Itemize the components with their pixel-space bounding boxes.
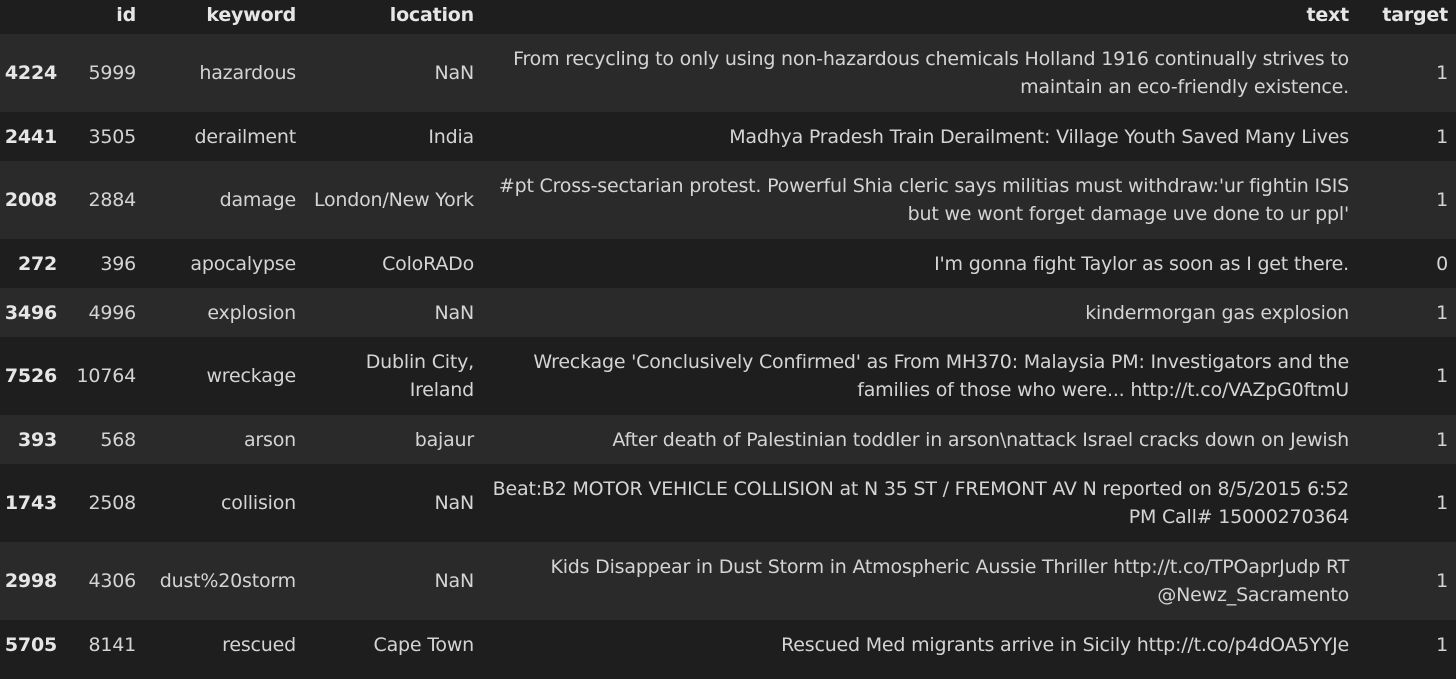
table-row: 3496 4996 explosion NaN kindermorgan gas… [0, 288, 1456, 337]
cell-id: 2508 [88, 492, 136, 514]
table-body: 4224 5999 hazardous NaN From recycling t… [0, 34, 1456, 669]
table-row: 4224 5999 hazardous NaN From recycling t… [0, 34, 1456, 112]
cell-keyword: hazardous [199, 62, 296, 84]
cell-text: Beat:B2 MOTOR VEHICLE COLLISION at N 35 … [492, 478, 1350, 528]
cell-text: kindermorgan gas explosion [1085, 301, 1349, 324]
cell-text: After death of Palestinian toddler in ar… [612, 428, 1349, 451]
cell-keyword: explosion [207, 301, 296, 324]
table-row: 393 568 arson bajaur After death of Pale… [0, 415, 1456, 464]
cell-location: India [428, 125, 474, 148]
header-row: id keyword location text target [0, 0, 1456, 34]
cell-location: ColoRADo [382, 252, 474, 275]
cell-keyword: collision [221, 492, 296, 514]
cell-target: 1 [1436, 428, 1448, 451]
cell-location: NaN [434, 492, 475, 514]
header-id: id [116, 4, 136, 26]
cell-text: Rescued Med migrants arrive in Sicily ht… [781, 633, 1349, 656]
table-row: 5705 8141 rescued Cape Town Rescued Med … [0, 620, 1456, 669]
row-index: 272 [17, 252, 57, 275]
cell-text: From recycling to only using non-hazardo… [513, 48, 1349, 98]
cell-target: 1 [1436, 301, 1448, 324]
row-index: 2441 [4, 125, 57, 148]
cell-keyword: rescued [222, 633, 296, 656]
cell-keyword: arson [243, 428, 296, 451]
cell-location: NaN [434, 570, 475, 592]
row-index: 1743 [4, 492, 57, 514]
table-header: id keyword location text target [0, 0, 1456, 34]
table-row: 2998 4306 dust%20storm NaN Kids Disappea… [0, 542, 1456, 620]
header-text: text [1306, 4, 1349, 26]
cell-keyword: damage [219, 189, 297, 211]
cell-target: 1 [1436, 189, 1448, 211]
cell-target: 1 [1436, 125, 1448, 148]
cell-text: Kids Disappear in Dust Storm in Atmosphe… [550, 556, 1349, 606]
row-index: 393 [17, 428, 57, 451]
cell-id: 396 [100, 252, 136, 275]
cell-text: I'm gonna fight Taylor as soon as I get … [934, 252, 1349, 275]
cell-id: 10764 [76, 365, 137, 387]
cell-location: NaN [434, 301, 475, 324]
cell-keyword: derailment [194, 125, 297, 148]
cell-id: 568 [100, 428, 136, 451]
cell-target: 1 [1436, 570, 1448, 592]
table-row: 2441 3505 derailment India Madhya Prades… [0, 112, 1456, 161]
cell-text: Wreckage 'Conclusively Confirmed' as Fro… [533, 351, 1349, 401]
cell-location: bajaur [414, 428, 474, 451]
cell-target: 1 [1436, 492, 1448, 514]
cell-target: 1 [1436, 62, 1448, 84]
header-index [0, 0, 65, 34]
cell-keyword: dust%20storm [159, 570, 296, 592]
row-index: 2008 [4, 189, 57, 211]
table-row: 7526 10764 wreckage Dublin City, Ireland… [0, 337, 1456, 415]
row-index: 4224 [4, 62, 57, 84]
table-row: 2008 2884 damage London/New York #pt Cro… [0, 161, 1456, 239]
cell-id: 4306 [88, 570, 136, 592]
cell-id: 3505 [88, 125, 136, 148]
cell-keyword: wreckage [206, 365, 296, 387]
cell-location: London/New York [313, 189, 474, 211]
cell-location: Cape Town [373, 633, 475, 656]
row-index: 5705 [4, 633, 57, 656]
cell-id: 8141 [88, 633, 136, 656]
cell-target: 1 [1436, 365, 1448, 387]
row-index: 7526 [4, 365, 57, 387]
cell-id: 5999 [88, 62, 136, 84]
cell-text: Madhya Pradesh Train Derailment: Village… [729, 125, 1349, 148]
dataframe-table: id keyword location text target 4224 599… [0, 0, 1456, 669]
cell-text: #pt Cross-sectarian protest. Powerful Sh… [498, 175, 1349, 225]
cell-id: 4996 [88, 301, 136, 324]
cell-target: 1 [1436, 633, 1448, 656]
header-keyword: keyword [206, 4, 296, 26]
header-location: location [389, 4, 474, 26]
table-row: 272 396 apocalypse ColoRADo I'm gonna fi… [0, 239, 1456, 288]
cell-id: 2884 [88, 189, 136, 211]
cell-location: NaN [434, 62, 475, 84]
row-index: 2998 [4, 570, 57, 592]
table-row: 1743 2508 collision NaN Beat:B2 MOTOR VE… [0, 464, 1456, 542]
cell-keyword: apocalypse [190, 252, 296, 275]
row-index: 3496 [4, 301, 57, 324]
cell-location: Dublin City, Ireland [365, 351, 474, 401]
header-target: target [1382, 4, 1448, 26]
cell-target: 0 [1436, 252, 1448, 275]
